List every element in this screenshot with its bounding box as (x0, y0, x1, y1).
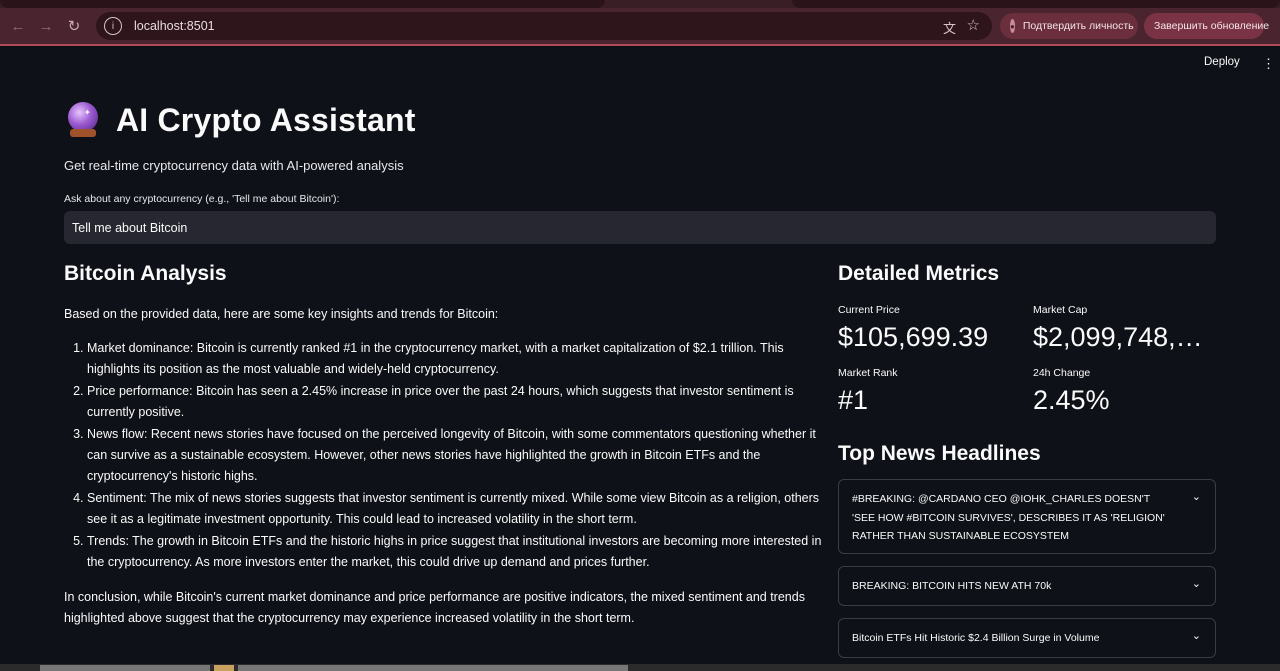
taskbar (0, 664, 1280, 671)
news-headline: #BREAKING: @CARDANO CEO @IOHK_CHARLES DO… (852, 493, 1165, 542)
site-info-icon[interactable]: i (104, 17, 122, 35)
address-bar[interactable]: i localhost:8501 文 ☆ (96, 12, 992, 40)
list-item: Sentiment: The mix of news stories sugge… (87, 488, 824, 530)
bookmark-star-icon[interactable]: ☆ (967, 16, 980, 34)
metric-current-price: Current Price $105,699.39 (838, 304, 1033, 353)
metric-label: Current Price (838, 304, 900, 316)
metrics-grid: Current Price $105,699.39 Market Cap $2,… (838, 304, 1216, 416)
metric-label: 24h Change (1033, 367, 1091, 379)
analysis-section: Bitcoin Analysis Based on the provided d… (64, 262, 824, 629)
browser-tabstrip (0, 0, 1280, 8)
metric-24h-change: 24h Change 2.45% (1033, 367, 1216, 416)
page-subtitle: Get real-time cryptocurrency data with A… (64, 158, 404, 173)
analysis-intro: Based on the provided data, here are som… (64, 307, 499, 321)
query-input[interactable] (64, 211, 1216, 244)
metric-value: 2.45% (1033, 385, 1110, 415)
query-input-label: Ask about any cryptocurrency (e.g., 'Tel… (64, 193, 340, 205)
chrome-divider (0, 44, 1280, 46)
news-headline: Bitcoin ETFs Hit Historic $2.4 Billion S… (852, 632, 1100, 644)
news-list: #BREAKING: @CARDANO CEO @IOHK_CHARLES DO… (838, 479, 1216, 658)
forward-arrow-icon[interactable]: → (32, 12, 60, 40)
page-title: AI Crypto Assistant (116, 101, 416, 138)
metric-label: Market Cap (1033, 304, 1088, 316)
main-menu-icon[interactable]: ⋮ (1262, 56, 1275, 72)
insights-list: Market dominance: Bitcoin is currently r… (64, 338, 824, 573)
metric-market-cap: Market Cap $2,099,748,9… (1033, 304, 1216, 353)
deploy-button[interactable]: Deploy (1204, 56, 1240, 68)
list-item: Market dominance: Bitcoin is currently r… (87, 338, 824, 380)
analysis-heading: Bitcoin Analysis (64, 262, 227, 285)
chevron-down-icon[interactable]: ⌄ (1192, 575, 1201, 594)
back-arrow-icon[interactable]: ← (4, 12, 32, 40)
list-item: Price performance: Bitcoin has seen a 2.… (87, 381, 824, 423)
verify-identity-button[interactable]: ● Подтвердить личность (1000, 13, 1138, 39)
page-header: ✦ AI Crypto Assistant (64, 100, 416, 140)
browser-tab[interactable] (0, 0, 605, 8)
url-text[interactable]: localhost:8501 (134, 19, 215, 33)
finish-update-button[interactable]: Завершить обновление (1144, 13, 1269, 39)
news-expander[interactable]: Bitcoin ETFs Hit Historic $2.4 Billion S… (838, 618, 1216, 658)
metric-value: $2,099,748,9… (1033, 322, 1216, 352)
metrics-heading: Detailed Metrics (838, 262, 1000, 285)
metric-value: #1 (838, 385, 869, 415)
browser-tab[interactable] (792, 0, 1280, 8)
profile-icon: ● (1010, 19, 1015, 33)
chevron-down-icon[interactable]: ⌄ (1192, 627, 1201, 646)
chevron-down-icon[interactable]: ⌄ (1192, 488, 1201, 507)
list-item: News flow: Recent news stories have focu… (87, 424, 824, 487)
verify-identity-label: Подтвердить личность (1022, 20, 1134, 32)
news-expander[interactable]: BREAKING: BITCOIN HITS NEW ATH 70k ⌄ (838, 566, 1216, 606)
news-headline: BREAKING: BITCOIN HITS NEW ATH 70k (852, 580, 1052, 592)
metrics-section: Detailed Metrics Current Price $105,699.… (838, 262, 1216, 658)
finish-update-label: Завершить обновление (1154, 20, 1270, 32)
metric-label: Market Rank (838, 367, 898, 379)
translate-icon[interactable]: 文 (943, 18, 956, 37)
list-item: Trends: The growth in Bitcoin ETFs and t… (87, 531, 824, 573)
crystal-ball-icon: ✦ (64, 100, 104, 140)
reload-icon[interactable]: ↻ (60, 12, 88, 40)
news-expander[interactable]: #BREAKING: @CARDANO CEO @IOHK_CHARLES DO… (838, 479, 1216, 554)
browser-toolbar: ← → ↻ i localhost:8501 文 ☆ ● Подтвердить… (0, 8, 1280, 44)
metric-market-rank: Market Rank #1 (838, 367, 1033, 416)
metric-value: $105,699.39 (838, 322, 989, 352)
analysis-conclusion: In conclusion, while Bitcoin's current m… (64, 590, 805, 625)
news-heading: Top News Headlines (838, 442, 1041, 465)
